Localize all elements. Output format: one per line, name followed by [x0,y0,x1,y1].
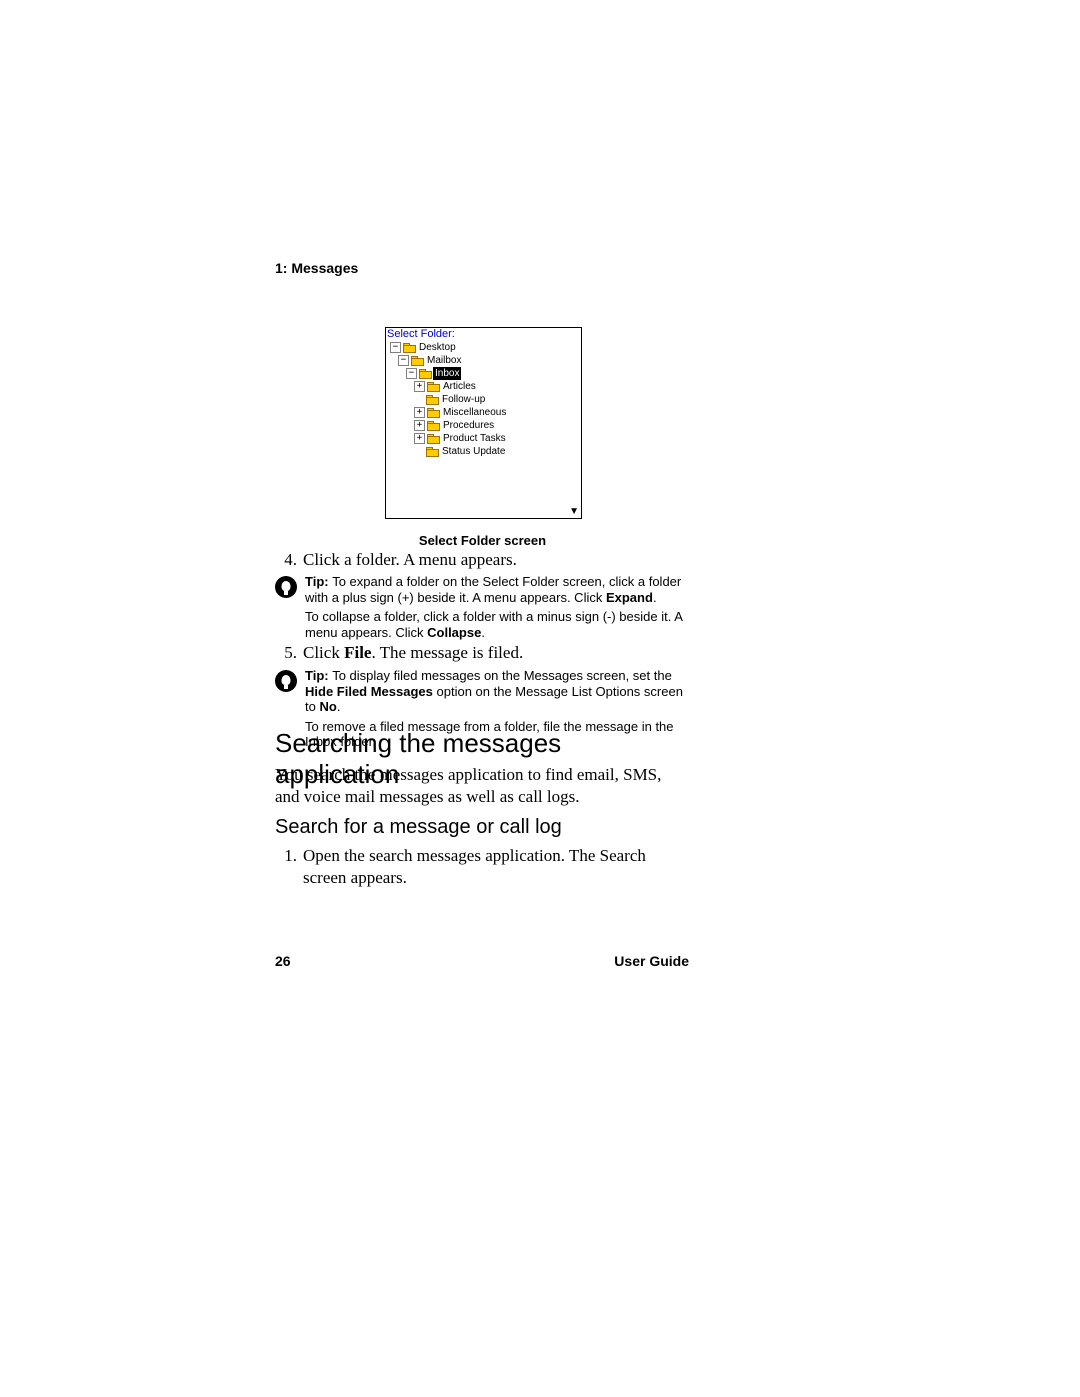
scroll-down-icon[interactable]: ▼ [569,505,579,518]
step-text: Open the search messages application. Th… [303,845,690,889]
tip-bold: No [319,699,336,714]
tip-bold: Collapse [427,625,481,640]
tip-bold: Expand [606,590,653,605]
tip-text: . [481,625,485,640]
step-number: 5. [275,642,297,664]
collapse-icon[interactable]: − [390,342,401,353]
folder-icon [427,382,439,391]
folder-label: Procedures [441,419,496,432]
collapse-icon[interactable]: − [398,355,409,366]
tip-label: Tip: [305,668,332,683]
folder-icon [403,343,415,352]
step-text: Click a folder. A menu appears. [303,549,690,571]
tree-row-status-update[interactable]: Status Update [386,445,581,458]
tree-row-miscellaneous[interactable]: + Miscellaneous [386,406,581,419]
step-number: 4. [275,549,297,571]
body-paragraph: You search the messages application to f… [275,764,690,808]
folder-label: Mailbox [425,354,463,367]
tree-row-product-tasks[interactable]: + Product Tasks [386,432,581,445]
step-1: 1. Open the search messages application.… [275,845,690,889]
step-text-bold: File [344,643,371,662]
heading-search-for: Search for a message or call log [275,816,690,839]
tree-row-articles[interactable]: + Articles [386,380,581,393]
step-text-part: . The message is filed. [371,643,523,662]
expand-icon[interactable]: + [414,420,425,431]
folder-icon [427,408,439,417]
collapse-icon[interactable]: − [406,368,417,379]
folder-icon [419,369,431,378]
expand-icon[interactable]: + [414,381,425,392]
folder-icon [426,395,438,404]
lightbulb-icon [275,670,297,692]
step-5: 5. Click File. The message is filed. [275,642,690,664]
folder-label: Miscellaneous [441,406,508,419]
folder-icon [411,356,423,365]
tip-expand-collapse: Tip: To expand a folder on the Select Fo… [275,574,690,644]
tip-text: To display filed messages on the Message… [332,668,672,683]
tip-text: . [653,590,657,605]
folder-label: Articles [441,380,478,393]
folder-label: Status Update [440,445,507,458]
tree-row-mailbox[interactable]: − Mailbox [386,354,581,367]
doc-title: User Guide [614,953,689,969]
tree-row-desktop[interactable]: − Desktop [386,341,581,354]
expand-icon[interactable]: + [414,433,425,444]
folder-label: Desktop [417,341,458,354]
tip-text: To collapse a folder, click a folder wit… [305,609,682,640]
lightbulb-icon [275,576,297,598]
screenshot-caption: Select Folder screen [275,533,690,548]
folder-label: Product Tasks [441,432,508,445]
folder-label: Follow-up [440,393,487,406]
step-4: 4. Click a folder. A menu appears. [275,549,690,571]
folder-icon [427,421,439,430]
tree-row-procedures[interactable]: + Procedures [386,419,581,432]
tip-label: Tip: [305,574,332,589]
folder-icon [426,447,438,456]
tree-row-followup[interactable]: Follow-up [386,393,581,406]
tip-text: . [337,699,341,714]
step-text-part: Click [303,643,344,662]
chapter-header: 1: Messages [275,260,690,276]
screenshot-title: Select Folder: [386,328,581,341]
page-number: 26 [275,953,291,969]
folder-label: Inbox [433,367,461,380]
step-number: 1. [275,845,297,889]
tip-bold: Hide Filed Messages [305,684,433,699]
select-folder-screenshot: Select Folder: − Desktop − Mailbox − Inb… [385,327,582,519]
tree-row-inbox[interactable]: − Inbox [386,367,581,380]
expand-icon[interactable]: + [414,407,425,418]
folder-icon [427,434,439,443]
step-text: Click File. The message is filed. [303,642,690,664]
